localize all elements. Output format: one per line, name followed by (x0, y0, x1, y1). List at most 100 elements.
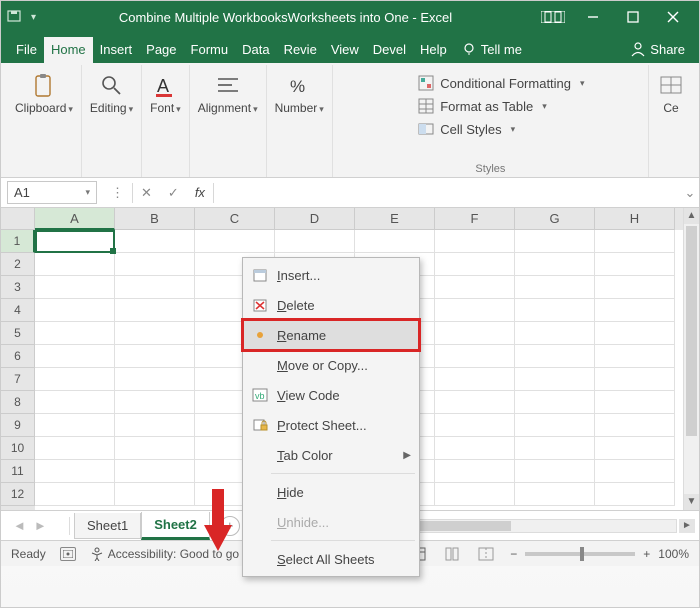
select-all-corner[interactable] (1, 208, 35, 230)
row-header[interactable]: 8 (1, 391, 35, 414)
col-header[interactable]: A (35, 208, 115, 230)
number-button[interactable]: % Number▾ (275, 67, 324, 115)
autosave-icon[interactable] (7, 9, 21, 26)
clipboard-icon (30, 73, 58, 99)
window-account-icon[interactable] (535, 5, 571, 29)
col-header[interactable]: H (595, 208, 675, 230)
col-header[interactable]: F (435, 208, 515, 230)
status-ready: Ready (11, 547, 46, 561)
vertical-scrollbar[interactable]: ▲ ▼ (683, 208, 699, 510)
col-header[interactable]: D (275, 208, 355, 230)
sheet-nav[interactable]: ◄ ► (5, 518, 65, 533)
insert-sheet-icon (249, 265, 271, 285)
row-header[interactable]: 1 (1, 230, 35, 253)
tab-file[interactable]: File (9, 37, 44, 63)
close-button[interactable] (655, 5, 691, 29)
clipboard-button[interactable]: Clipboard▾ (15, 67, 73, 115)
ribbon: Clipboard▾ Editing▾ A Font▾ Alignment▾ %… (1, 63, 699, 178)
view-page-break-button[interactable] (476, 546, 496, 562)
row-header[interactable]: 10 (1, 437, 35, 460)
ctx-select-all-sheets[interactable]: Select All Sheets (243, 544, 419, 574)
ctx-tab-color[interactable]: Tab Color ▶ (243, 440, 419, 470)
maximize-button[interactable] (615, 5, 651, 29)
col-header[interactable]: E (355, 208, 435, 230)
ctx-delete[interactable]: Delete (243, 290, 419, 320)
tab-help[interactable]: Help (413, 37, 454, 63)
row-header[interactable]: 3 (1, 276, 35, 299)
cells-button[interactable]: Ce (657, 67, 685, 115)
name-box[interactable]: A1▾ (7, 181, 97, 204)
svg-text:A: A (157, 76, 169, 96)
col-header[interactable]: B (115, 208, 195, 230)
row-headers[interactable]: 1 2 3 4 5 6 7 8 9 10 11 12 (1, 230, 35, 510)
row-header[interactable]: 4 (1, 299, 35, 322)
share-button[interactable]: Share (624, 36, 699, 63)
format-as-table-button[interactable]: Format as Table▾ (418, 98, 584, 114)
formula-input[interactable] (214, 188, 681, 198)
protect-icon (249, 415, 271, 435)
title-bar: ▾ Combine Multiple WorkbooksWorksheets i… (1, 1, 699, 33)
formula-expand-icon[interactable]: ⌄ (681, 185, 699, 201)
tab-insert[interactable]: Insert (93, 37, 140, 63)
tab-home[interactable]: Home (44, 37, 93, 63)
group-font: A Font▾ (142, 65, 190, 177)
tab-review[interactable]: Revie (277, 37, 324, 63)
row-header[interactable]: 11 (1, 460, 35, 483)
fill-handle[interactable] (110, 248, 116, 254)
zoom-slider[interactable] (525, 552, 635, 556)
styles-label: Styles (475, 159, 505, 177)
scroll-thumb[interactable] (686, 226, 697, 436)
cancel-formula-button[interactable]: ✕ (133, 185, 160, 201)
editing-button[interactable]: Editing▾ (90, 67, 133, 115)
scroll-down-button[interactable]: ▼ (684, 494, 699, 510)
macro-record-icon[interactable] (60, 547, 76, 561)
tell-me[interactable]: Tell me (454, 36, 529, 63)
font-icon: A (151, 73, 179, 99)
sheet-context-menu: Insert... Delete Rename Move or Copy... … (242, 257, 420, 577)
cell-styles-button[interactable]: Cell Styles▾ (418, 121, 584, 137)
view-page-layout-button[interactable] (442, 546, 462, 562)
sheet-next-icon[interactable]: ► (34, 518, 47, 533)
row-header[interactable]: 12 (1, 483, 35, 506)
sheet-tab-sheet1[interactable]: Sheet1 (74, 513, 141, 539)
group-editing: Editing▾ (82, 65, 142, 177)
tab-view[interactable]: View (324, 37, 366, 63)
ctx-view-code[interactable]: vb View Code (243, 380, 419, 410)
zoom-in-button[interactable]: + (643, 547, 650, 561)
conditional-formatting-button[interactable]: Conditional Formatting▾ (418, 75, 584, 91)
tab-developer[interactable]: Devel (366, 37, 413, 63)
sheet-prev-icon[interactable]: ◄ (13, 518, 26, 533)
row-header[interactable]: 9 (1, 414, 35, 437)
minimize-button[interactable] (575, 5, 611, 29)
row-header[interactable]: 6 (1, 345, 35, 368)
col-header[interactable]: C (195, 208, 275, 230)
ctx-move-copy[interactable]: Move or Copy... (243, 350, 419, 380)
insert-function-button[interactable]: fx (187, 185, 213, 200)
ctx-rename[interactable]: Rename (243, 320, 419, 350)
row-header[interactable]: 2 (1, 253, 35, 276)
accept-formula-button[interactable]: ✓ (160, 185, 187, 201)
hscroll-right-button[interactable]: ► (679, 519, 695, 533)
annotation-arrow (198, 483, 238, 553)
active-cell[interactable] (35, 230, 115, 253)
tab-page-layout[interactable]: Page (139, 37, 183, 63)
alignment-button[interactable]: Alignment▾ (198, 67, 258, 115)
column-headers[interactable]: A B C D E F G H (35, 208, 683, 230)
ctx-protect-sheet[interactable]: Protect Sheet... (243, 410, 419, 440)
find-icon (98, 73, 126, 99)
zoom-level[interactable]: 100% (658, 547, 689, 561)
scroll-up-button[interactable]: ▲ (684, 208, 699, 224)
tab-formulas[interactable]: Formu (184, 37, 236, 63)
col-header[interactable]: G (515, 208, 595, 230)
ctx-hide[interactable]: Hide (243, 477, 419, 507)
tab-data[interactable]: Data (235, 37, 276, 63)
font-button[interactable]: A Font▾ (150, 67, 181, 115)
zoom-controls: − + 100% (510, 547, 689, 561)
namebox-resize[interactable]: ⋮ (103, 185, 132, 201)
row-header[interactable]: 7 (1, 368, 35, 391)
zoom-out-button[interactable]: − (510, 547, 517, 561)
ctx-insert[interactable]: Insert... (243, 260, 419, 290)
row-header[interactable]: 5 (1, 322, 35, 345)
group-styles: Conditional Formatting▾ Format as Table▾… (333, 65, 649, 177)
align-icon (214, 73, 242, 99)
